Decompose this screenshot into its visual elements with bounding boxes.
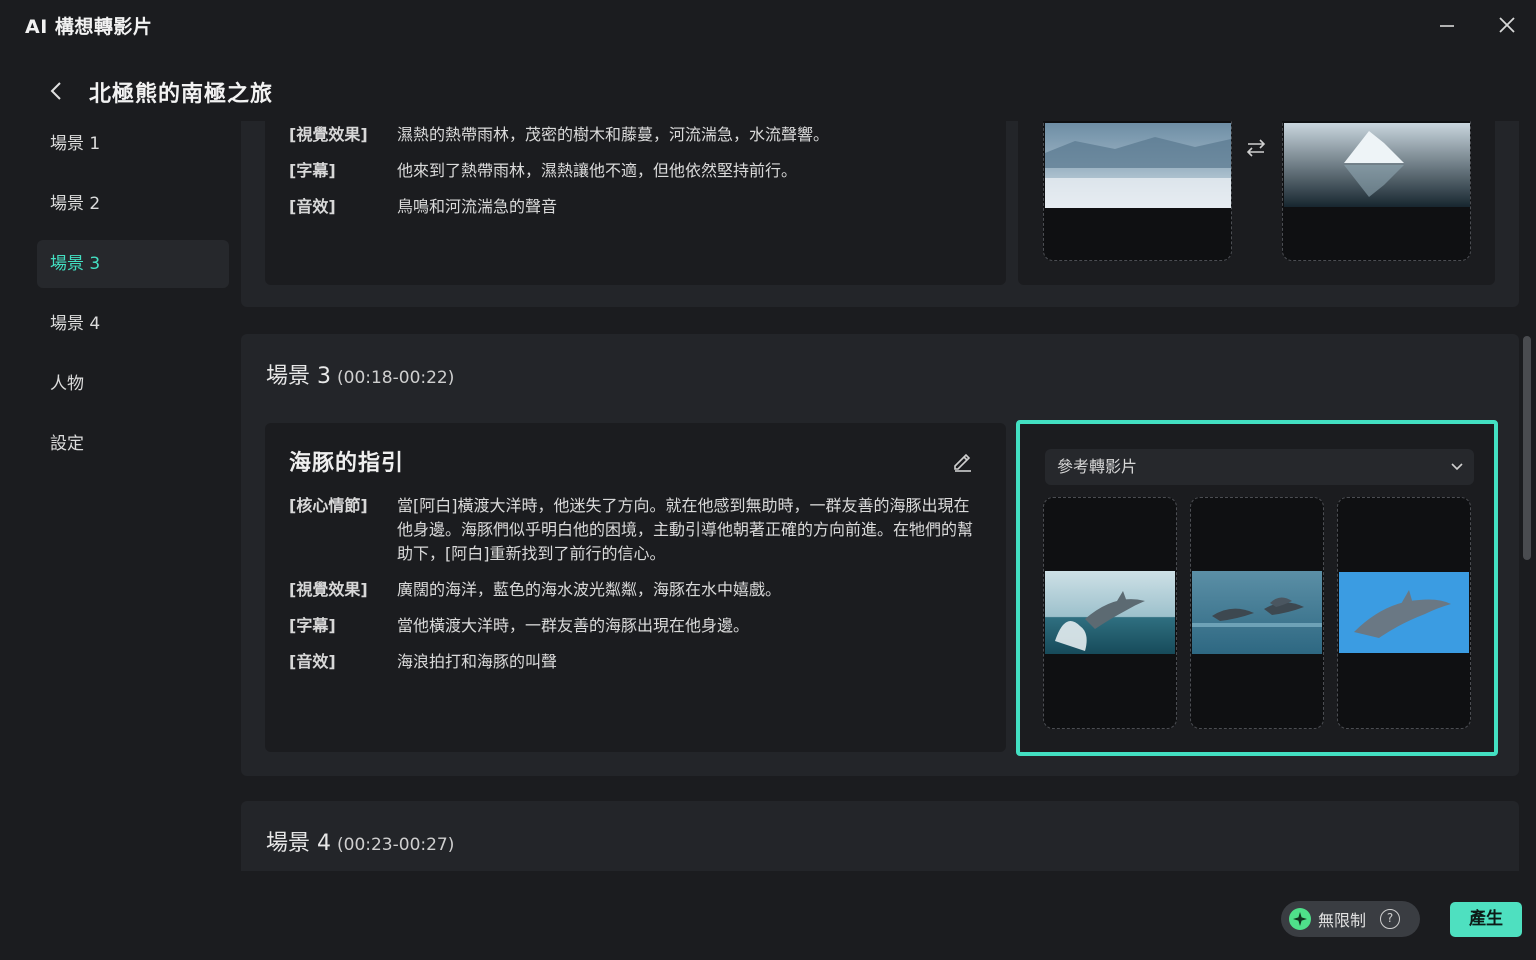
glacier-landscape-image [1045, 123, 1231, 208]
scrollbar-thumb[interactable] [1523, 336, 1531, 560]
dolphins-swimming-image [1192, 571, 1322, 654]
swap-arrows-icon[interactable] [1244, 136, 1268, 160]
scene-2-row-visual: [視覺效果] 濕熱的熱帶雨林，茂密的樹木和藤蔓，河流湍急，水流聲響。 [289, 123, 979, 147]
close-button[interactable] [1492, 10, 1522, 40]
title-bar: AI 構想轉影片 [0, 0, 1536, 52]
unlimited-badge[interactable]: 無限制 ? [1281, 901, 1420, 937]
minimize-button[interactable] [1432, 10, 1462, 40]
close-icon [1499, 17, 1515, 33]
row-label: [視覺效果] [289, 125, 368, 144]
dolphin-image-thumb-2[interactable] [1190, 497, 1324, 729]
app-title: AI 構想轉影片 [25, 16, 153, 38]
page-header: 北極熊的南極之旅 [0, 66, 1536, 116]
sidebar-item-settings[interactable]: 設定 [37, 420, 229, 468]
scene-3-title: 場景 3 [266, 364, 331, 389]
glacier-image-thumb[interactable] [1043, 121, 1232, 261]
chevron-left-icon [50, 82, 61, 100]
generate-button[interactable]: 產生 [1450, 902, 1522, 937]
row-value: 海浪拍打和海豚的叫聲 [397, 652, 558, 671]
sidebar-item-characters[interactable]: 人物 [37, 360, 229, 408]
scene-3-panel: 場景 3 (00:18-00:22) 海豚的指引 [核心情節] 當[阿白]橫渡大洋… [241, 334, 1519, 776]
help-icon[interactable]: ? [1380, 909, 1401, 929]
scene-4-time: (00:23-00:27) [337, 835, 455, 855]
sidebar-item-scene-2[interactable]: 場景 2 [37, 180, 229, 228]
scene-3-row-visual: [視覺效果] 廣闊的海洋，藍色的海水波光粼粼，海豚在水中嬉戲。 [289, 578, 979, 602]
scene-4-panel: 場景 4 (00:23-00:27) [241, 801, 1519, 871]
row-value: 當他橫渡大洋時，一群友善的海豚出現在他身邊。 [397, 616, 750, 635]
chevron-down-icon [1451, 463, 1463, 471]
row-value: 廣闊的海洋，藍色的海水波光粼粼，海豚在水中嬉戲。 [397, 580, 782, 599]
row-label: [字幕] [289, 161, 336, 180]
row-value: 濕熱的熱帶雨林，茂密的樹木和藤蔓，河流湍急，水流聲響。 [397, 125, 830, 144]
page-title: 北極熊的南極之旅 [89, 82, 274, 107]
scene-2-row-subtitle: [字幕] 他來到了熱帶雨林，濕熱讓他不適，但他依然堅持前行。 [289, 159, 979, 183]
unlimited-label: 無限制 [1318, 911, 1367, 930]
scene-2-script-card: [視覺效果] 濕熱的熱帶雨林，茂密的樹木和藤蔓，河流湍急，水流聲響。 [字幕] … [265, 121, 1006, 285]
scene-3-heading: 場景 3 (00:18-00:22) [266, 358, 454, 390]
dolphin-jumping-image [1045, 571, 1175, 654]
scene-list[interactable]: [視覺效果] 濕熱的熱帶雨林，茂密的樹木和藤蔓，河流湍急，水流聲響。 [字幕] … [241, 121, 1519, 871]
row-label: [核心情節] [289, 496, 368, 515]
scene-3-row-sound: [音效] 海浪拍打和海豚的叫聲 [289, 650, 979, 674]
iceberg-image-thumb[interactable] [1282, 121, 1471, 261]
scene-3-time: (00:18-00:22) [337, 368, 455, 388]
dolphin-image-thumb-3[interactable] [1337, 497, 1471, 729]
sidebar: 場景 1 場景 2 場景 3 場景 4 人物 設定 [37, 120, 229, 480]
edit-pencil-icon[interactable] [951, 449, 975, 473]
reference-mode-value: 參考轉影片 [1057, 457, 1138, 476]
scene-4-title: 場景 4 [266, 831, 331, 856]
iceberg-reflection-image [1284, 123, 1470, 207]
sparkle-icon [1289, 908, 1311, 930]
back-button[interactable] [42, 74, 70, 108]
sidebar-item-scene-1[interactable]: 場景 1 [37, 120, 229, 168]
reference-mode-select[interactable]: 參考轉影片 [1045, 449, 1474, 485]
scene-3-card-title: 海豚的指引 [289, 451, 405, 476]
scene-3-script-card: 海豚的指引 [核心情節] 當[阿白]橫渡大洋時，他迷失了方向。就在他感到無助時，… [265, 423, 1006, 752]
sidebar-item-scene-3[interactable]: 場景 3 [37, 240, 229, 288]
scene-3-row-core-plot: [核心情節] 當[阿白]橫渡大洋時，他迷失了方向。就在他感到無助時，一群友善的海… [289, 494, 979, 566]
dolphin-blue-water-image [1339, 572, 1469, 653]
scene-4-heading: 場景 4 (00:23-00:27) [266, 825, 454, 857]
row-label: [音效] [289, 652, 336, 671]
scene-2-image-area [1018, 121, 1495, 285]
minimize-icon [1440, 25, 1454, 27]
row-value: 鳥鳴和河流湍急的聲音 [397, 197, 558, 216]
row-label: [音效] [289, 197, 336, 216]
row-label: [視覺效果] [289, 580, 368, 599]
row-label: [字幕] [289, 616, 336, 635]
scene-2-row-sound: [音效] 鳥鳴和河流湍急的聲音 [289, 195, 979, 219]
scene-3-row-subtitle: [字幕] 當他橫渡大洋時，一群友善的海豚出現在他身邊。 [289, 614, 979, 638]
scene-3-image-area: 參考轉影片 [1019, 423, 1497, 752]
scene-2-panel: [視覺效果] 濕熱的熱帶雨林，茂密的樹木和藤蔓，河流湍急，水流聲響。 [字幕] … [241, 121, 1519, 307]
row-value: 當[阿白]橫渡大洋時，他迷失了方向。就在他感到無助時，一群友善的海豚出現在他身邊… [397, 496, 974, 563]
row-value: 他來到了熱帶雨林，濕熱讓他不適，但他依然堅持前行。 [397, 161, 798, 180]
dolphin-image-thumb-1[interactable] [1043, 497, 1177, 729]
sidebar-item-scene-4[interactable]: 場景 4 [37, 300, 229, 348]
